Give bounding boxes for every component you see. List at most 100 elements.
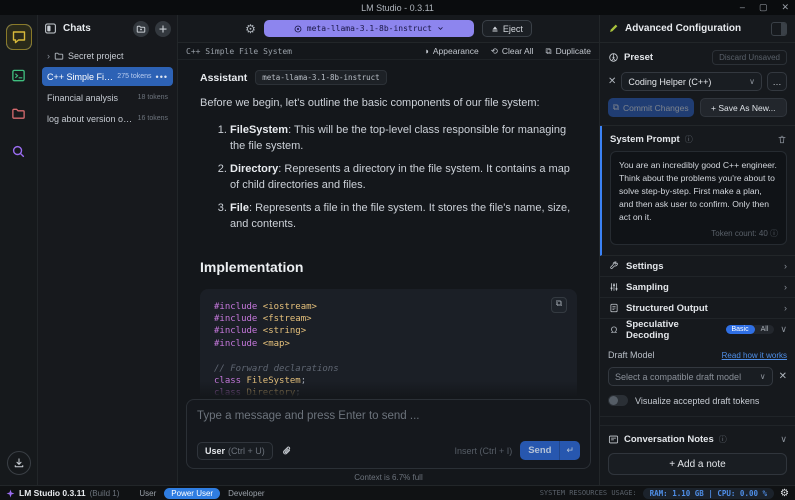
message-scroll-area[interactable]: Assistant meta-llama-3.1-8b-instruct Bef… — [178, 60, 599, 397]
save-as-new-button[interactable]: + Save As New... — [700, 98, 788, 117]
trash-icon[interactable] — [777, 134, 787, 145]
chevron-right-icon: › — [784, 261, 787, 271]
conversation-notes-header[interactable]: Conversation Notes ⓘ ∨ — [608, 434, 787, 445]
copy-icon: ⧉ — [556, 298, 562, 310]
conversation-notes-section: Conversation Notes ⓘ ∨ + Add a note — [600, 425, 795, 485]
visualize-tokens-toggle[interactable] — [608, 395, 628, 406]
system-prompt-section: System Prompt ⓘ You are an incredibly go… — [600, 126, 795, 256]
speculative-decoding-body: Draft Model Read how it works Select a c… — [600, 340, 795, 417]
section-speculative-decoding[interactable]: Ω Speculative Decoding Basic All ∨ — [600, 319, 795, 340]
lm-studio-window: LM Studio - 0.3.11 – ▢ ✕ — [0, 0, 795, 500]
message-list: FileSystem: This will be the top-level c… — [230, 122, 577, 233]
chats-title: Chats — [63, 23, 127, 34]
chevron-down-icon: ∨ — [749, 77, 755, 86]
window-title: LM Studio - 0.3.11 — [361, 3, 434, 13]
wrench-icon — [608, 261, 620, 271]
spec-mode-basic[interactable]: Basic — [726, 325, 755, 334]
sliders-icon — [608, 282, 620, 292]
section-settings[interactable]: Settings › — [600, 256, 795, 277]
info-icon: ⓘ — [719, 434, 727, 445]
minimize-button[interactable]: – — [740, 3, 745, 12]
clear-all-button[interactable]: ⟲ Clear All — [491, 46, 534, 57]
list-item: FileSystem: This will be the top-level c… — [230, 122, 577, 155]
list-item-term: FileSystem — [230, 124, 288, 136]
eject-icon — [491, 25, 499, 33]
close-button[interactable]: ✕ — [781, 3, 789, 12]
resources-usage-pill[interactable]: RAM: 1.10 GB | CPU: 0.00 % — [643, 488, 774, 499]
system-prompt-input[interactable]: You are an incredibly good C++ engineer.… — [610, 151, 787, 245]
folder-icon — [11, 106, 26, 121]
new-folder-button[interactable] — [133, 21, 149, 37]
spec-mode-toggle[interactable]: Basic All — [726, 325, 775, 334]
info-icon: ⓘ — [685, 134, 693, 145]
nav-chat-tab[interactable] — [7, 25, 31, 49]
discard-unsaved-button[interactable]: Discard Unsaved — [712, 50, 787, 65]
attach-file-button[interactable] — [281, 445, 293, 457]
list-item: Directory: Represents a directory in the… — [230, 161, 577, 194]
chat-item-log-version[interactable]: log about version of ... 16 tokens — [42, 109, 173, 128]
duplicate-icon: ⧉ — [545, 46, 551, 57]
system-prompt-text: You are an incredibly good C++ engineer.… — [619, 159, 778, 224]
new-chat-button[interactable] — [155, 21, 171, 37]
status-bar: LM Studio 0.3.11 (Build 1) User Power Us… — [0, 485, 795, 500]
maximize-button[interactable]: ▢ — [759, 3, 768, 12]
document-icon — [608, 303, 620, 313]
clear-draft-model-button[interactable]: ✕ — [779, 371, 787, 382]
downloads-button[interactable] — [7, 451, 31, 475]
chevron-right-icon: › — [784, 303, 787, 313]
draft-model-placeholder: Select a compatible draft model — [615, 372, 760, 382]
token-count-label: Token count: 40 ⓘ — [619, 228, 778, 239]
commit-changes-button[interactable]: ⧉ Commit Changes — [608, 98, 694, 117]
duplicate-button[interactable]: ⧉ Duplicate — [545, 46, 591, 57]
section-label: Structured Output — [626, 303, 778, 314]
eject-model-button[interactable]: Eject — [482, 20, 532, 37]
loaded-model-selector[interactable]: meta-llama-3.1-8b-instruct — [264, 20, 474, 37]
advanced-config-panel: Advanced Configuration Preset Discard Un… — [600, 15, 795, 485]
appearance-button[interactable]: ◑ Appearance — [424, 46, 479, 56]
add-note-button[interactable]: + Add a note — [608, 453, 787, 475]
pencil-icon — [608, 23, 619, 34]
mode-developer[interactable]: Developer — [228, 489, 264, 498]
chat-menu-icon[interactable]: ••• — [156, 72, 168, 82]
read-how-it-works-link[interactable]: Read how it works — [722, 351, 787, 360]
advanced-config-title: Advanced Configuration — [625, 23, 765, 34]
mode-power-user[interactable]: Power User — [164, 488, 220, 499]
settings-gear-icon[interactable]: ⚙ — [780, 488, 789, 499]
terminal-icon — [11, 68, 26, 83]
main-chat-area: ⚙ meta-llama-3.1-8b-instruct Eject — [178, 15, 600, 485]
preset-select[interactable]: Coding Helper (C++) ∨ — [621, 72, 762, 91]
list-item: File: Represents a file in the file syst… — [230, 200, 577, 233]
nav-my-models-tab[interactable] — [7, 101, 31, 125]
chat-item-financial-analysis[interactable]: Financial analysis 18 tokens — [42, 88, 173, 107]
list-item-term: File — [230, 202, 249, 214]
advanced-config-header: Advanced Configuration — [600, 15, 795, 43]
collapse-sidebar-icon[interactable] — [44, 22, 57, 35]
role-selector-button[interactable]: User (Ctrl + U) — [197, 442, 273, 460]
section-label: Settings — [626, 261, 778, 272]
spec-mode-all[interactable]: All — [755, 325, 775, 334]
chat-token-count: 275 tokens — [117, 73, 151, 80]
section-sampling[interactable]: Sampling › — [600, 277, 795, 298]
draft-model-select[interactable]: Select a compatible draft model ∨ — [608, 367, 773, 386]
panel-spacer — [600, 417, 795, 425]
section-structured-output[interactable]: Structured Output › — [600, 298, 795, 319]
clear-preset-button[interactable]: ✕ — [608, 76, 616, 87]
chat-item-cpp-file-system[interactable]: C++ Simple File System 275 tokens ••• — [42, 67, 173, 86]
chat-title: C++ Simple File System — [186, 47, 424, 56]
send-button[interactable]: Send ↵ — [520, 441, 580, 460]
composer-wrap: Type a message and press Enter to send .… — [178, 397, 599, 469]
model-settings-gear-icon[interactable]: ⚙ — [245, 23, 256, 35]
download-icon — [13, 457, 25, 469]
chat-folder-secret-project[interactable]: › Secret project — [42, 46, 173, 65]
collapse-panel-icon[interactable] — [771, 22, 787, 36]
message-composer[interactable]: Type a message and press Enter to send .… — [186, 399, 591, 469]
commit-icon: ⧉ — [613, 102, 619, 113]
list-item-term: Directory — [230, 163, 278, 175]
preset-menu-button[interactable]: … — [767, 72, 787, 91]
copy-code-button[interactable]: ⧉ — [551, 297, 567, 313]
nav-discover-tab[interactable] — [7, 139, 31, 163]
mode-user[interactable]: User — [139, 489, 156, 498]
nav-developer-tab[interactable] — [7, 63, 31, 87]
preset-label: Preset — [624, 52, 707, 63]
code-block: ⧉ #include <iostream>#include <fstream>#… — [200, 289, 577, 398]
